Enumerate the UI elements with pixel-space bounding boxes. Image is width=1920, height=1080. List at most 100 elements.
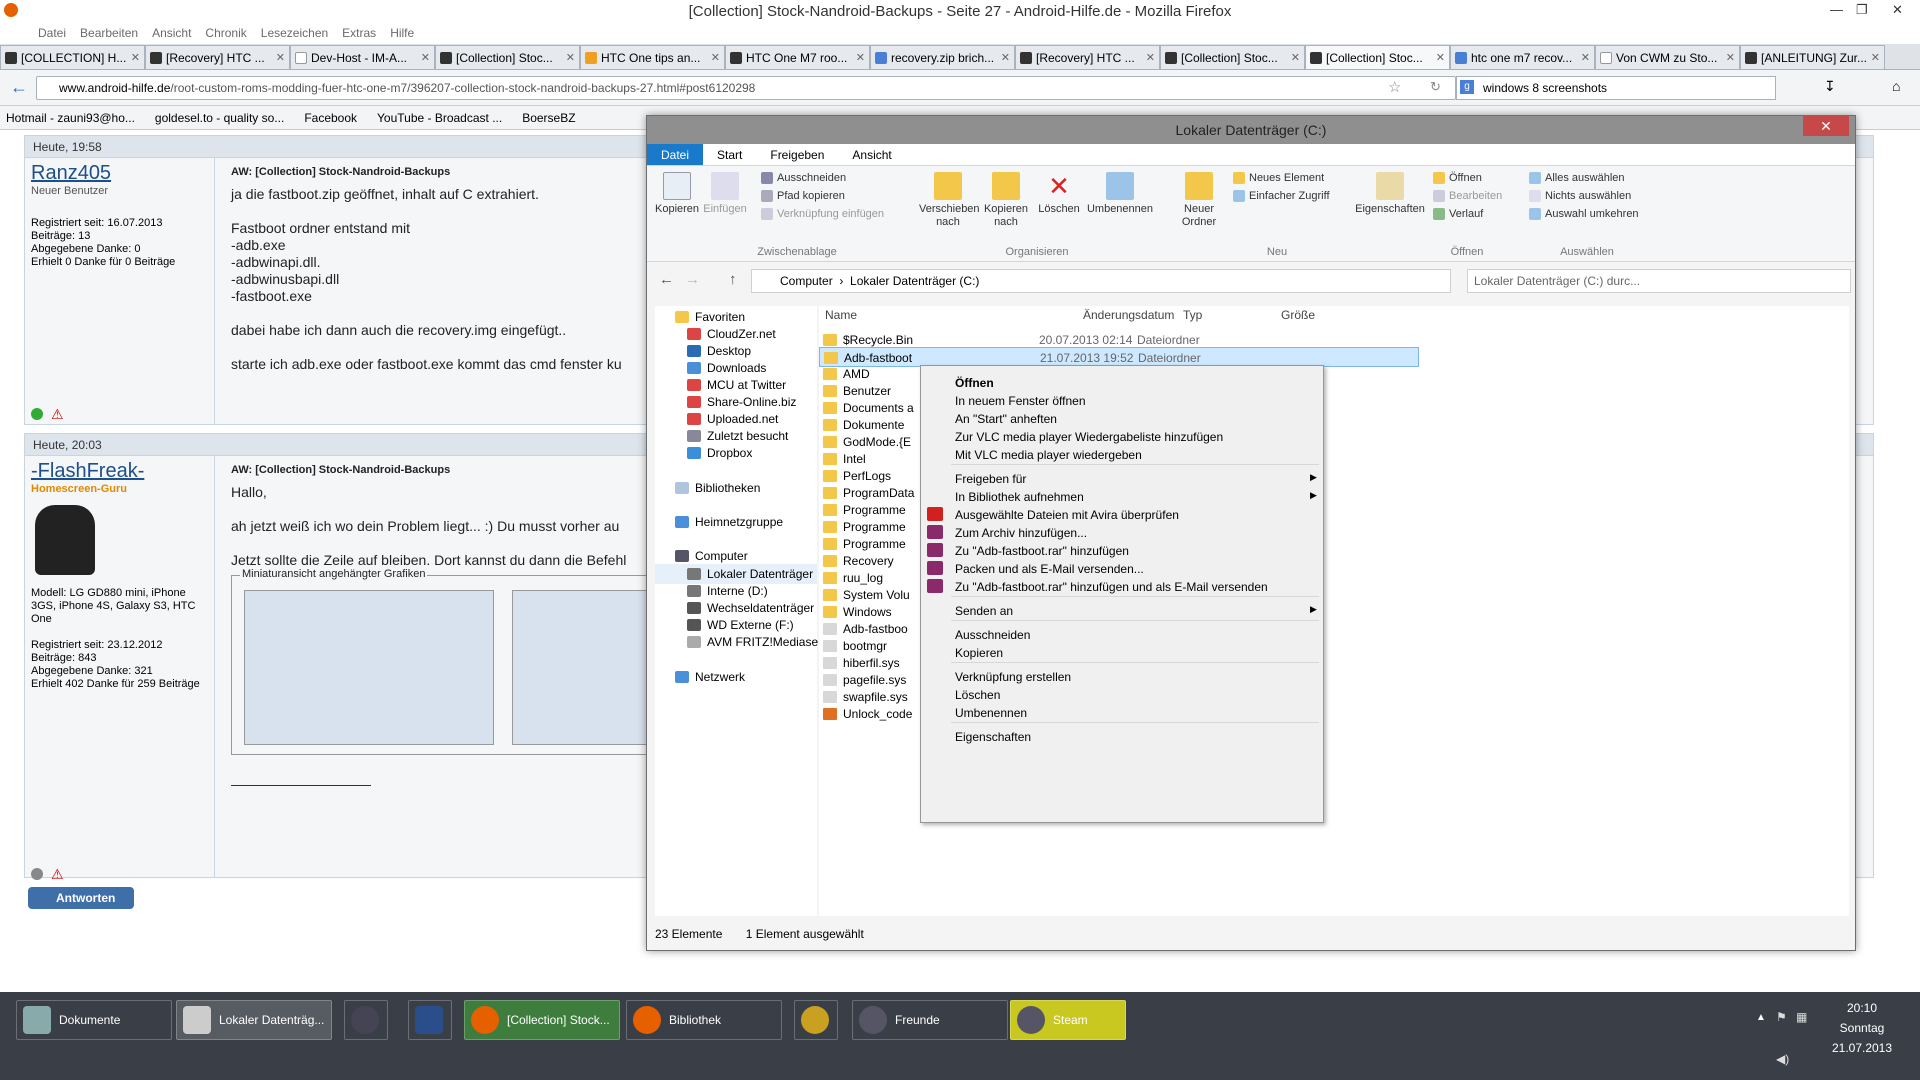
cut-button[interactable]: Ausschneiden: [761, 172, 846, 184]
tab-datei[interactable]: Datei: [647, 144, 704, 165]
close-tab-icon[interactable]: ✕: [131, 51, 140, 64]
nav-mcu-twitter[interactable]: MCU at Twitter: [687, 378, 786, 392]
context-item[interactable]: In neuem Fenster öffnen: [955, 394, 1086, 408]
col-date[interactable]: Änderungsdatum: [1083, 308, 1174, 322]
attachment-thumbnail[interactable]: [512, 590, 652, 745]
context-item[interactable]: An "Start" anheften: [955, 412, 1057, 426]
select-all-button[interactable]: Alles auswählen: [1529, 172, 1625, 184]
browser-tab[interactable]: HTC One tips an... ✕: [580, 45, 725, 69]
context-item[interactable]: Freigeben für ▶: [955, 472, 1317, 486]
context-item[interactable]: Zu "Adb-fastboot.rar" hinzufügen: [955, 544, 1129, 558]
nav-drive-f[interactable]: WD Externe (F:): [687, 618, 794, 632]
nav-computer[interactable]: Computer: [675, 549, 748, 563]
nav-drive-d[interactable]: Interne (D:): [687, 584, 768, 598]
move-to-button[interactable]: Verschieben nach: [919, 172, 980, 229]
close-tab-icon[interactable]: ✕: [1001, 51, 1010, 64]
taskbar-league[interactable]: [408, 1000, 452, 1040]
close-tab-icon[interactable]: ✕: [1436, 51, 1445, 64]
address-bar[interactable]: Computer › Lokaler Datenträger (C:): [751, 269, 1451, 293]
browser-tab[interactable]: Dev-Host - IM-A... ✕: [290, 45, 435, 69]
tray-arrow-icon[interactable]: ▲: [1756, 1012, 1766, 1023]
nav-network[interactable]: Netzwerk: [675, 670, 745, 684]
browser-tab[interactable]: Von CWM zu Sto... ✕: [1595, 45, 1740, 69]
browser-tab[interactable]: [Recovery] HTC ... ✕: [1015, 45, 1160, 69]
volume-icon[interactable]: ◀): [1776, 1052, 1789, 1066]
close-tab-icon[interactable]: ✕: [566, 51, 575, 64]
close-tab-icon[interactable]: ✕: [421, 51, 430, 64]
nav-desktop[interactable]: Desktop: [687, 344, 751, 358]
open-button[interactable]: Öffnen: [1433, 172, 1482, 184]
context-item[interactable]: Zur VLC media player Wiedergabeliste hin…: [955, 430, 1223, 444]
back-arrow-icon[interactable]: ←: [10, 77, 28, 98]
nav-libraries[interactable]: Bibliotheken: [675, 481, 760, 495]
reply-button[interactable]: Antworten: [28, 887, 134, 909]
context-item[interactable]: Zu "Adb-fastboot.rar" hinzufügen und als…: [955, 580, 1268, 594]
taskbar-explorer[interactable]: Lokaler Datenträg...: [176, 1000, 332, 1040]
new-item-button[interactable]: Neues Element: [1233, 172, 1324, 184]
nav-fritz[interactable]: AVM FRITZ!Mediase: [687, 635, 818, 649]
maximize-icon[interactable]: ❐: [1856, 2, 1868, 18]
browser-tab[interactable]: [COLLECTION] H... ✕: [0, 45, 145, 69]
copy-button[interactable]: Kopieren: [655, 172, 699, 216]
nav-downloads[interactable]: Downloads: [687, 361, 766, 375]
clock[interactable]: 20:10 Sonntag 21.07.2013: [1822, 998, 1902, 1058]
nav-homegroup[interactable]: Heimnetzgruppe: [675, 515, 783, 529]
taskbar-wow[interactable]: [794, 1000, 838, 1040]
edit-button[interactable]: Bearbeiten: [1433, 190, 1502, 202]
browser-tab[interactable]: [ANLEITUNG] Zur... ✕: [1740, 45, 1885, 69]
tab-freigeben[interactable]: Freigeben: [756, 144, 838, 165]
report-icon[interactable]: ⚠: [51, 406, 64, 423]
menu-extras[interactable]: Extras: [342, 24, 376, 44]
nav-recent[interactable]: Zuletzt besucht: [687, 429, 788, 443]
menu-lesezeichen[interactable]: Lesezeichen: [261, 24, 328, 44]
bookmark-youtube[interactable]: YouTube - Broadcast ...: [377, 111, 502, 125]
taskbar-steam[interactable]: Steam: [1010, 1000, 1126, 1040]
tab-ansicht[interactable]: Ansicht: [838, 144, 905, 165]
nav-dropbox[interactable]: Dropbox: [687, 446, 752, 460]
close-tab-icon[interactable]: ✕: [1291, 51, 1300, 64]
flag-icon[interactable]: ⚑: [1776, 1010, 1787, 1024]
menu-chronik[interactable]: Chronik: [205, 24, 246, 44]
menu-bearbeiten[interactable]: Bearbeiten: [80, 24, 138, 44]
copy-to-button[interactable]: Kopieren nach: [981, 172, 1031, 229]
context-item[interactable]: Senden an ▶: [955, 604, 1317, 618]
nav-favoriten[interactable]: Favoriten: [675, 310, 745, 324]
context-item[interactable]: Eigenschaften: [955, 730, 1031, 744]
menu-datei[interactable]: Datei: [38, 24, 66, 44]
browser-tab[interactable]: recovery.zip brich... ✕: [870, 45, 1015, 69]
col-name[interactable]: Name: [825, 308, 857, 322]
bookmark-boersebz[interactable]: BoerseBZ: [522, 111, 575, 125]
browser-tab[interactable]: HTC One M7 roo... ✕: [725, 45, 870, 69]
back-icon[interactable]: ←: [659, 271, 674, 288]
report-icon[interactable]: ⚠: [51, 866, 64, 883]
history-button[interactable]: Verlauf: [1433, 208, 1483, 220]
close-tab-icon[interactable]: ✕: [711, 51, 720, 64]
easy-access-button[interactable]: Einfacher Zugriff: [1233, 190, 1330, 202]
nav-removable[interactable]: Wechseldatenträger: [687, 601, 814, 615]
close-tab-icon[interactable]: ✕: [1871, 51, 1880, 64]
network-icon[interactable]: ▦: [1796, 1010, 1807, 1024]
nav-share-online[interactable]: Share-Online.biz: [687, 395, 796, 409]
context-item[interactable]: Ausschneiden: [955, 628, 1030, 642]
context-item[interactable]: Mit VLC media player wiedergeben: [955, 448, 1142, 462]
attachment-thumbnail[interactable]: [244, 590, 494, 745]
browser-tab[interactable]: [Collection] Stoc... ✕: [1160, 45, 1305, 69]
paste-button[interactable]: Einfügen: [703, 172, 747, 216]
explorer-search-input[interactable]: Lokaler Datenträger (C:) durc...: [1467, 269, 1851, 293]
context-item[interactable]: Zum Archiv hinzufügen...: [955, 526, 1087, 540]
context-item[interactable]: In Bibliothek aufnehmen ▶: [955, 490, 1317, 504]
browser-tab[interactable]: htc one m7 recov... ✕: [1450, 45, 1595, 69]
nav-cloudzer[interactable]: CloudZer.net: [687, 327, 776, 341]
menu-hilfe[interactable]: Hilfe: [390, 24, 414, 44]
forward-icon[interactable]: →: [685, 271, 700, 288]
browser-tab[interactable]: [Collection] Stoc... ✕: [435, 45, 580, 69]
copy-path-button[interactable]: Pfad kopieren: [761, 190, 845, 202]
taskbar-friends[interactable]: Freunde: [852, 1000, 1008, 1040]
reload-icon[interactable]: ↻: [1430, 79, 1441, 95]
properties-button[interactable]: Eigenschaften: [1353, 172, 1427, 216]
tab-start[interactable]: Start: [703, 144, 756, 165]
nav-local-disk[interactable]: Lokaler Datenträger: [655, 564, 817, 584]
context-item[interactable]: Löschen: [955, 688, 1000, 702]
browser-tab-active[interactable]: [Collection] Stoc... ✕: [1305, 45, 1450, 69]
col-type[interactable]: Typ: [1183, 308, 1202, 322]
